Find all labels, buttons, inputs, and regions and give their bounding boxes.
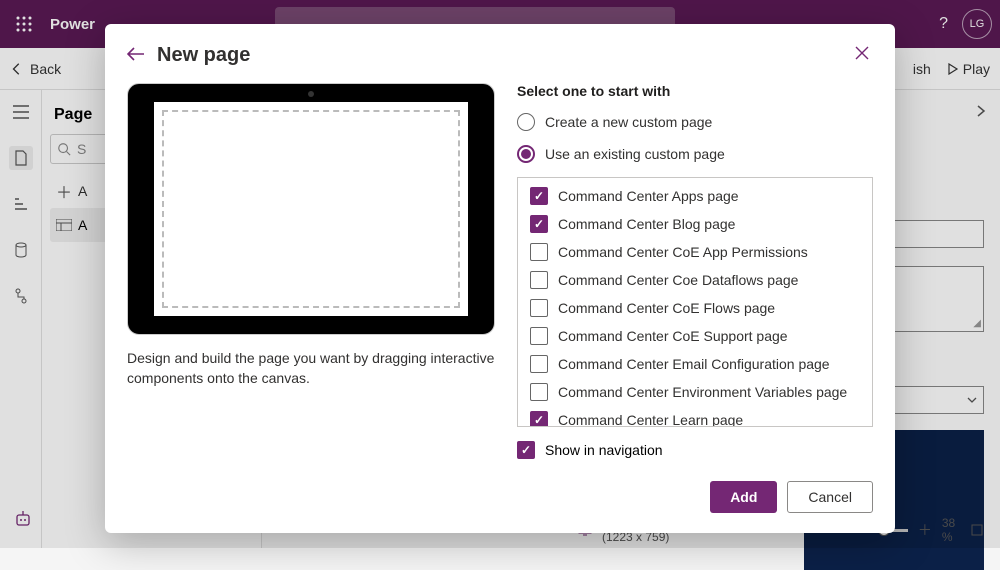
list-item[interactable]: Command Center Environment Variables pag…	[520, 378, 870, 406]
existing-pages-list[interactable]: ✓ Command Center Apps page ✓ Command Center…	[517, 177, 873, 427]
checkbox-icon: ✓	[530, 187, 548, 205]
list-item-label: Command Center CoE Flows page	[558, 300, 775, 316]
list-item-label: Command Center CoE Support page	[558, 328, 788, 344]
list-item[interactable]: ✓ Command Center Learn page	[520, 406, 870, 427]
radio-use-existing[interactable]: Use an existing custom page	[517, 145, 873, 163]
checkbox-icon	[530, 383, 548, 401]
list-item-label: Command Center CoE App Permissions	[558, 244, 808, 260]
new-page-dialog: New page Design and build the page you w…	[105, 24, 895, 533]
radio-icon	[517, 113, 535, 131]
back-arrow-icon[interactable]	[127, 45, 145, 66]
list-item[interactable]: ✓ Command Center Apps page	[520, 182, 870, 210]
list-item-label: Command Center Coe Dataflows page	[558, 272, 798, 288]
dialog-title: New page	[157, 44, 250, 67]
list-item-label: Command Center Blog page	[558, 216, 735, 232]
radio-create-new[interactable]: Create a new custom page	[517, 113, 873, 131]
close-icon[interactable]	[851, 42, 873, 69]
list-item[interactable]: Command Center CoE Support page	[520, 322, 870, 350]
tablet-preview	[127, 83, 495, 335]
list-item[interactable]: Command Center CoE Flows page	[520, 294, 870, 322]
checkbox-icon	[530, 327, 548, 345]
list-item[interactable]: ✓ Command Center Blog page	[520, 210, 870, 238]
list-item-label: Command Center Apps page	[558, 188, 739, 204]
modal-backdrop: New page Design and build the page you w…	[0, 0, 1000, 548]
list-item-label: Command Center Environment Variables pag…	[558, 384, 847, 400]
dialog-description: Design and build the page you want by dr…	[127, 349, 495, 388]
radio-icon	[517, 145, 535, 163]
checkbox-icon	[530, 299, 548, 317]
checkbox-icon: ✓	[530, 215, 548, 233]
checkbox-icon	[530, 355, 548, 373]
section-title: Select one to start with	[517, 83, 873, 99]
list-item[interactable]: Command Center Coe Dataflows page	[520, 266, 870, 294]
list-item-label: Command Center Learn page	[558, 412, 743, 427]
add-button[interactable]: Add	[710, 481, 777, 513]
cancel-button[interactable]: Cancel	[787, 481, 873, 513]
show-in-nav-checkbox[interactable]: ✓ Show in navigation	[517, 441, 873, 459]
checkbox-icon	[530, 271, 548, 289]
checkbox-icon: ✓	[530, 411, 548, 427]
list-item-label: Command Center Email Configuration page	[558, 356, 830, 372]
list-item[interactable]: Command Center CoE App Permissions	[520, 238, 870, 266]
list-item[interactable]: Command Center Email Configuration page	[520, 350, 870, 378]
checkbox-icon	[530, 243, 548, 261]
checkbox-icon: ✓	[517, 441, 535, 459]
